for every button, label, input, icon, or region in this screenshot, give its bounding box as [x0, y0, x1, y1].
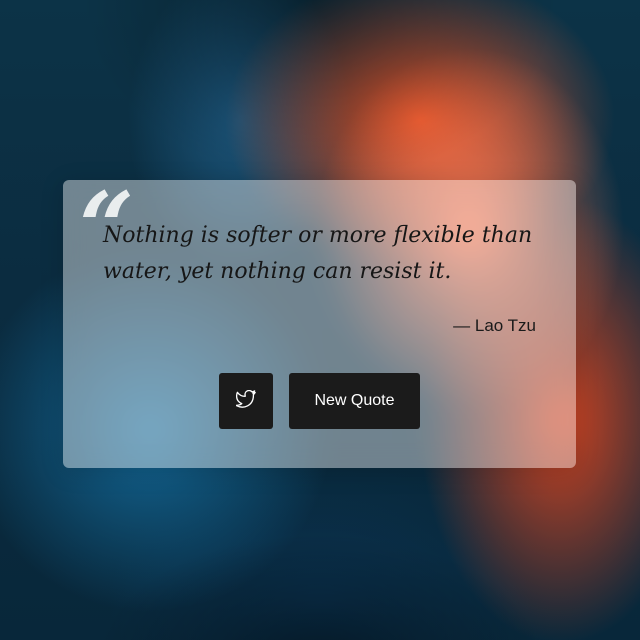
twitter-icon: [235, 389, 256, 413]
quote-text: Nothing is softer or more flexible than …: [103, 223, 533, 284]
quote-actions: New Quote: [219, 373, 420, 429]
quote-author: — Lao Tzu: [453, 316, 536, 335]
tweet-button[interactable]: [219, 373, 273, 429]
quote-card: “ Nothing is softer or more flexible tha…: [63, 180, 576, 468]
new-quote-button[interactable]: New Quote: [289, 373, 420, 429]
